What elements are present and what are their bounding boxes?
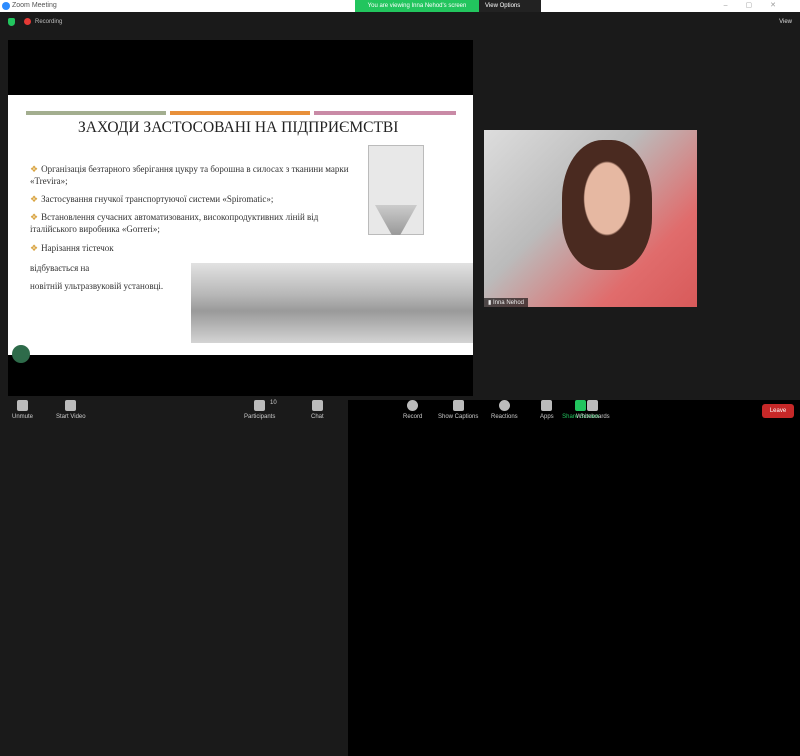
reactions-label: Reactions — [491, 414, 518, 420]
slide-bar-pink — [314, 111, 456, 115]
whiteboards-button[interactable]: Whiteboards — [576, 400, 610, 420]
meeting-top-bar: Recording View — [0, 12, 800, 32]
security-shield-icon[interactable] — [8, 18, 15, 26]
chat-button[interactable]: Chat — [311, 400, 324, 420]
bullet-item: ❖ Організація безтарного зберігання цукру… — [30, 164, 349, 186]
bullet-text: Застосування гнучкої транспортуючої сист… — [41, 194, 274, 204]
record-button[interactable]: Record — [403, 400, 422, 420]
participants-label: Participants — [244, 414, 276, 420]
presentation-slide: ЗАХОДИ ЗАСТОСОВАНІ НА ПІДПРИЄМСТВІ ❖ Орга… — [8, 95, 473, 355]
start-video-button[interactable]: Start Video — [56, 400, 86, 420]
chat-icon — [311, 400, 323, 411]
muted-mic-icon — [17, 400, 28, 411]
participant-name: ▮ Inna Nehod — [484, 298, 528, 307]
zoom-logo-icon — [2, 2, 10, 10]
recording-label: Recording — [35, 19, 63, 25]
captions-label: Show Captions — [438, 414, 479, 420]
silo-image — [368, 145, 424, 235]
participants-icon — [254, 400, 266, 411]
slide-bar-green — [26, 111, 166, 115]
view-options-button[interactable]: View Options — [479, 0, 541, 12]
window-title: Zoom Meeting — [12, 2, 57, 9]
leave-button[interactable]: Leave — [762, 404, 794, 418]
shared-screen: ЗАХОДИ ЗАСТОСОВАНІ НА ПІДПРИЄМСТВІ ❖ Орга… — [8, 40, 473, 396]
slide-bar-orange — [170, 111, 310, 115]
video-off-icon — [65, 400, 77, 411]
participant-name-text: Inna Nehod — [492, 300, 524, 306]
chat-label: Chat — [311, 414, 324, 420]
slide-text-line: відбувається на — [30, 263, 90, 273]
show-captions-button[interactable]: Show Captions — [438, 400, 478, 420]
bullet-item: ❖ Нарізання тістечок — [30, 243, 114, 253]
recording-icon — [24, 18, 31, 25]
apps-label: Apps — [540, 414, 554, 420]
whiteboard-icon — [587, 400, 599, 411]
apps-button[interactable]: Apps — [540, 400, 554, 420]
slide-title: ЗАХОДИ ЗАСТОСОВАНІ НА ПІДПРИЄМСТВІ — [78, 119, 399, 136]
bullet-text: Організація безтарного зберігання цукру … — [30, 164, 349, 186]
whiteboards-label: Whiteboards — [576, 414, 610, 420]
start-video-label: Start Video — [56, 414, 86, 420]
captions-icon — [452, 400, 464, 411]
bullet-text: Нарізання тістечок — [41, 243, 114, 253]
share-screen-button[interactable]: Share Screen — [348, 400, 800, 756]
viewing-label: You are viewing Inna Nehod's screen — [355, 0, 479, 12]
bullet-item: ❖ Застосування гнучкої транспортуючої сис… — [30, 194, 274, 204]
title-bar: Zoom Meeting You are viewing Inna Nehod'… — [0, 0, 800, 12]
reactions-button[interactable]: Reactions — [491, 400, 518, 420]
bullet-text: Встановлення сучасних автоматизованих, в… — [30, 212, 319, 234]
slide-text-line: новітній ультразвуковій установці. — [30, 281, 164, 291]
bullet-item: ❖ Встановлення сучасних автоматизованих, … — [30, 212, 319, 234]
record-icon — [407, 400, 419, 411]
production-line-image — [191, 263, 473, 343]
participants-count: 10 — [270, 400, 277, 406]
annotate-pen-icon[interactable] — [12, 345, 30, 363]
viewing-banner: You are viewing Inna Nehod's screen View… — [355, 0, 541, 12]
unmute-label: Unmute — [12, 414, 34, 420]
participant-image — [562, 140, 652, 270]
reactions-icon — [498, 400, 510, 411]
meeting-toolbar: Unmute Start Video Participants 10 Chat … — [0, 398, 800, 756]
record-label: Record — [403, 414, 423, 420]
participant-video[interactable]: ▮ Inna Nehod — [484, 130, 697, 307]
window-controls[interactable]: –▢✕ — [724, 0, 794, 12]
view-button[interactable]: View — [779, 12, 792, 32]
apps-icon — [541, 400, 553, 411]
unmute-button[interactable]: Unmute — [12, 400, 33, 420]
